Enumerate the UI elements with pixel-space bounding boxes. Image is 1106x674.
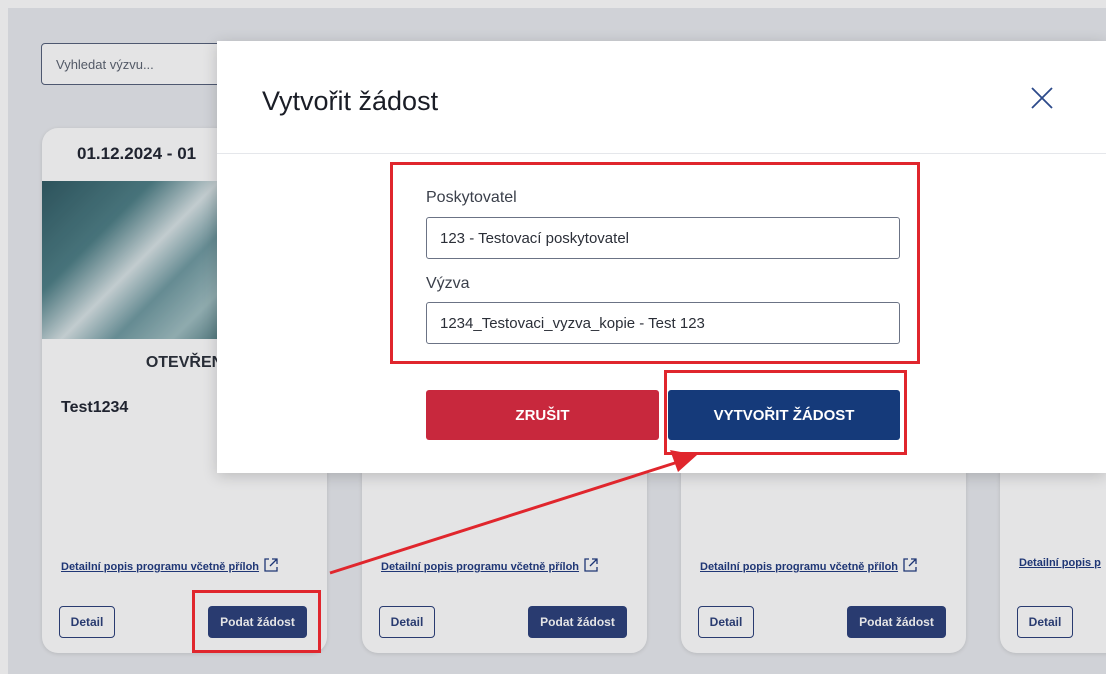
provider-field[interactable]: [426, 217, 900, 259]
call-label: Výzva: [426, 275, 470, 292]
provider-label: Poskytovatel: [426, 189, 517, 206]
call-field[interactable]: [426, 302, 900, 344]
cancel-button[interactable]: ZRUŠIT: [426, 390, 659, 440]
create-application-dialog: Vytvořit žádost Poskytovatel Výzva ZRUŠI…: [217, 41, 1106, 473]
dialog-title: Vytvořit žádost: [262, 86, 439, 116]
close-icon[interactable]: [1029, 85, 1055, 111]
create-application-button[interactable]: VYTVOŘIT ŽÁDOST: [668, 390, 900, 440]
dialog-divider: [217, 153, 1106, 154]
